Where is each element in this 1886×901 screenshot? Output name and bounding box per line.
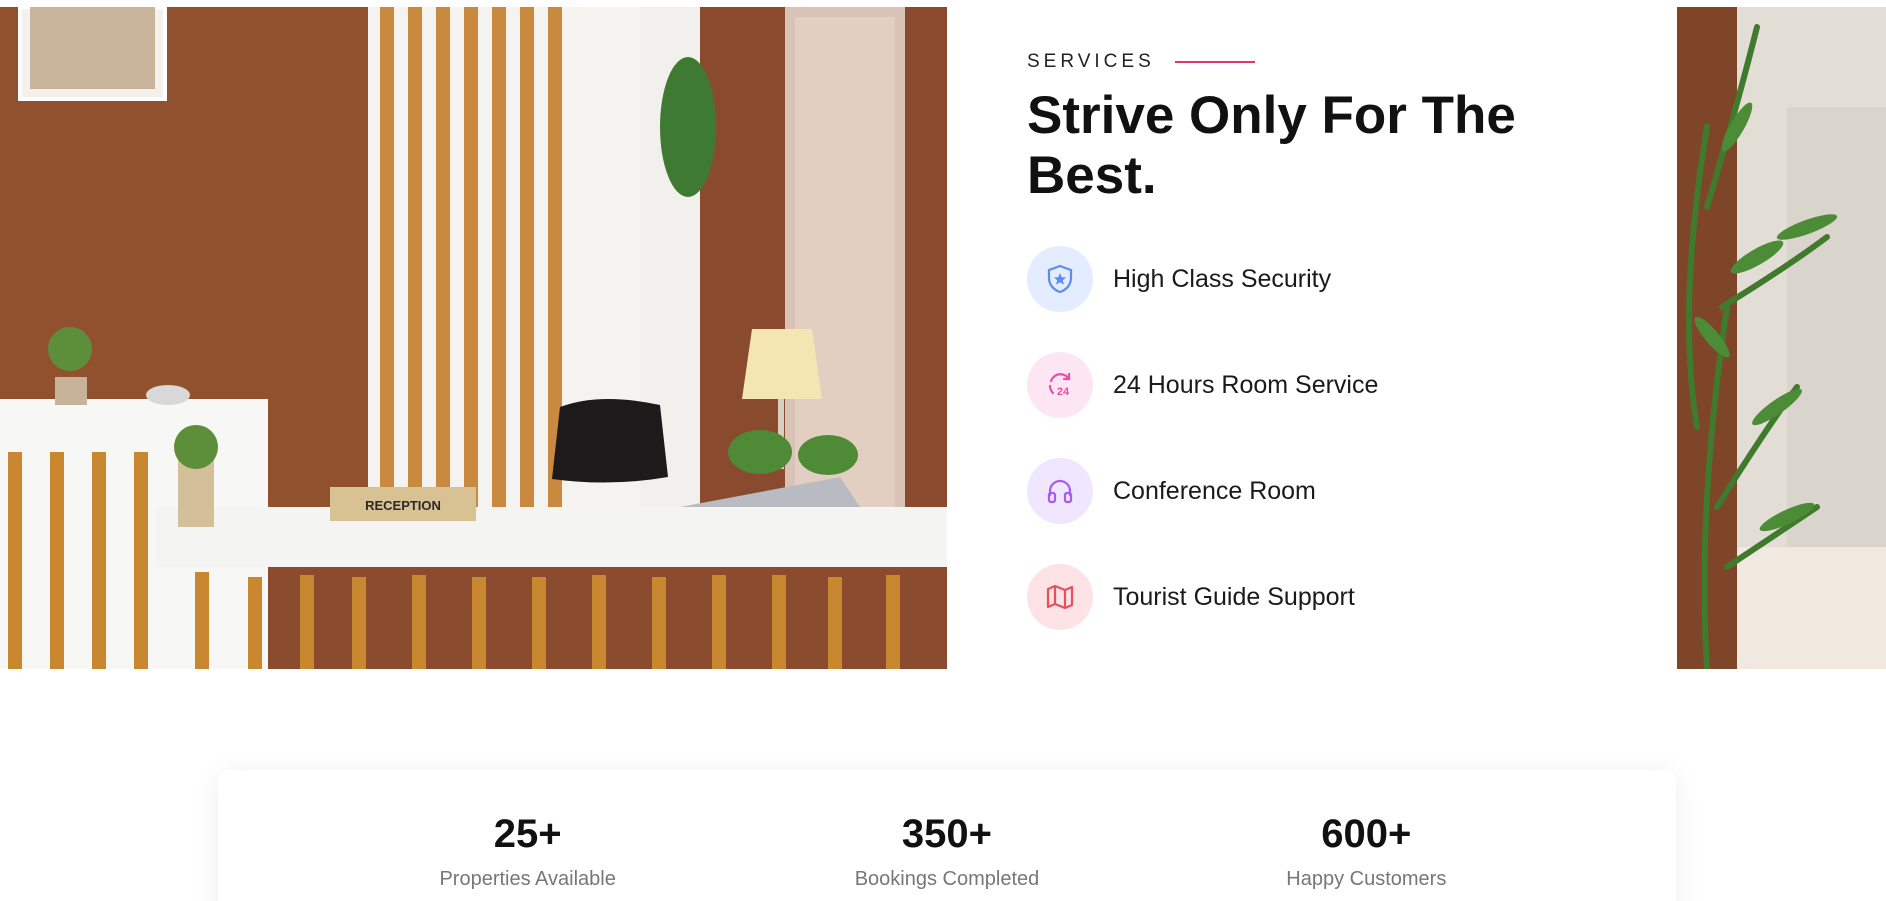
feature-item-conference: Conference Room	[1027, 458, 1627, 524]
services-section: SERVICES Strive Only For The Best. High …	[1027, 48, 1627, 670]
services-eyebrow: SERVICES	[1027, 48, 1627, 76]
headphones-icon	[1027, 458, 1093, 524]
feature-list: High Class Security 24 24 Hours Room Ser…	[1027, 246, 1627, 630]
feature-item-room-service: 24 24 Hours Room Service	[1027, 352, 1627, 418]
stat-value: 350+	[901, 812, 993, 856]
feature-label-security: High Class Security	[1113, 264, 1332, 293]
feature-label-room-service: 24 Hours Room Service	[1113, 370, 1379, 399]
feature-item-tourist-guide: Tourist Guide Support	[1027, 564, 1627, 630]
stat-properties: 25+ Properties Available	[378, 770, 678, 901]
eyebrow-accent-line	[1174, 61, 1255, 63]
shield-star-icon	[1027, 246, 1093, 312]
stat-label: Bookings Completed	[854, 868, 1040, 890]
24-hours-icon: 24	[1027, 352, 1093, 418]
reception-image: RECEPTION	[0, 7, 947, 669]
plant-image	[1677, 7, 1886, 669]
stat-value: 600+	[1321, 812, 1412, 856]
map-icon	[1027, 564, 1093, 630]
svg-text:24: 24	[1057, 386, 1070, 398]
services-headline: Strive Only For The Best.	[1027, 86, 1516, 205]
stat-label: Happy Customers	[1286, 868, 1447, 890]
reception-sign: RECEPTION	[365, 498, 441, 513]
stat-bookings: 350+ Bookings Completed	[797, 770, 1097, 901]
eyebrow-label: SERVICES	[1027, 51, 1155, 72]
stat-customers: 600+ Happy Customers	[1216, 770, 1516, 901]
feature-label-tourist-guide: Tourist Guide Support	[1113, 582, 1355, 611]
feature-label-conference: Conference Room	[1113, 476, 1316, 505]
stats-card: 25+ Properties Available 350+ Bookings C…	[218, 770, 1676, 901]
stat-value: 25+	[493, 812, 562, 856]
page: RECEPTION SERVICES Strive Only For The B…	[0, 0, 1886, 901]
feature-item-security: High Class Security	[1027, 246, 1627, 312]
stat-label: Properties Available	[439, 868, 616, 890]
